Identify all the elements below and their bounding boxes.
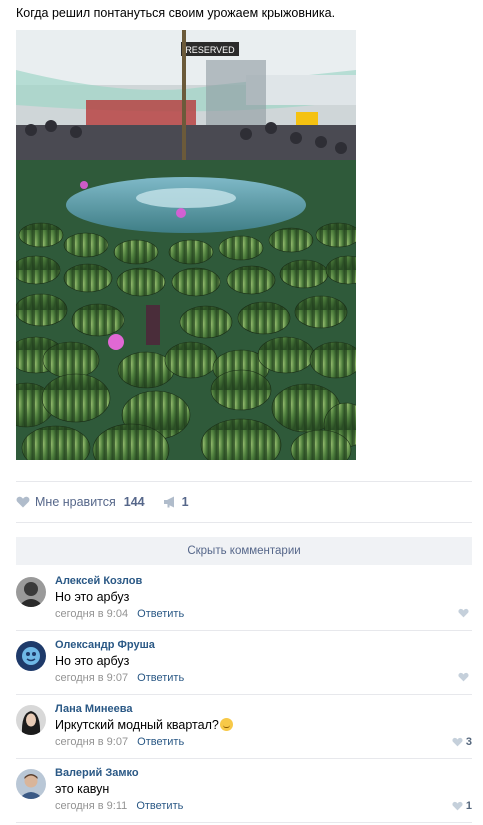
comment: Лана Минеева Иркутский модный квартал? с…: [16, 703, 472, 759]
post-text: Когда решил понтануться своим урожаем кр…: [16, 6, 336, 20]
reply-link[interactable]: Ответить: [137, 608, 184, 620]
divider: [16, 694, 472, 695]
comment-author[interactable]: Лана Минеева: [55, 703, 132, 715]
hide-comments-button[interactable]: Скрыть комментарии: [16, 537, 472, 565]
share-count: 1: [181, 495, 189, 509]
comment-meta: сегодня в 9:04 Ответить: [55, 608, 184, 620]
comment-text: Но это арбуз: [55, 654, 130, 668]
comment-like-button[interactable]: 1: [452, 800, 472, 812]
comment-time[interactable]: сегодня в 9:07: [55, 736, 128, 748]
like-count: 144: [123, 495, 145, 509]
comment-author[interactable]: Алексей Козлов: [55, 575, 142, 587]
comment: Олександр Фруша Но это арбуз сегодня в 9…: [16, 639, 472, 695]
comment-text-content: Иркутский модный квартал?: [55, 718, 219, 732]
heart-icon: [16, 496, 30, 508]
comment-time[interactable]: сегодня в 9:07: [55, 672, 128, 684]
comment-meta: сегодня в 9:11 Ответить: [55, 800, 183, 812]
avatar[interactable]: [16, 769, 46, 799]
comment-like-button[interactable]: [458, 672, 472, 682]
svg-text:RESERVED: RESERVED: [185, 45, 235, 55]
reply-link[interactable]: Ответить: [137, 672, 184, 684]
comment-like-count: 1: [465, 800, 472, 812]
comment-time[interactable]: сегодня в 9:04: [55, 608, 128, 620]
avatar[interactable]: [16, 705, 46, 735]
comment-author[interactable]: Олександр Фруша: [55, 639, 155, 651]
avatar[interactable]: [16, 641, 46, 671]
comment-text: Иркутский модный квартал?: [55, 718, 233, 732]
smirk-emoji-icon: [219, 718, 233, 731]
megaphone-icon: [163, 496, 174, 508]
comment-meta: сегодня в 9:07 Ответить: [55, 736, 184, 748]
comment-text: это кавун: [55, 782, 110, 796]
heart-icon: [458, 608, 469, 618]
post-photo[interactable]: RESERVED: [16, 30, 356, 460]
divider: [16, 481, 472, 482]
comment-text: Но это арбуз: [55, 590, 130, 604]
comment-time[interactable]: сегодня в 9:11: [55, 800, 127, 812]
comment-meta: сегодня в 9:07 Ответить: [55, 672, 184, 684]
comment-like-count: 3: [465, 736, 472, 748]
like-label: Мне нравится: [35, 495, 116, 509]
heart-icon: [458, 672, 469, 682]
heart-icon: [452, 737, 463, 747]
reply-link[interactable]: Ответить: [136, 800, 183, 812]
share-button[interactable]: 1: [163, 495, 189, 509]
divider: [16, 822, 472, 823]
divider: [16, 522, 472, 523]
comment-like-button[interactable]: 3: [452, 736, 472, 748]
comment-author[interactable]: Валерий Замко: [55, 767, 139, 779]
comment: Валерий Замко это кавун сегодня в 9:11 О…: [16, 767, 472, 823]
avatar[interactable]: [16, 577, 46, 607]
heart-icon: [452, 801, 463, 811]
divider: [16, 630, 472, 631]
comment-like-button[interactable]: [458, 608, 472, 618]
comment: Алексей Козлов Но это арбуз сегодня в 9:…: [16, 575, 472, 631]
post-actions: Мне нравится 144 1: [16, 492, 189, 512]
like-button[interactable]: Мне нравится 144: [16, 495, 145, 509]
reply-link[interactable]: Ответить: [137, 736, 184, 748]
divider: [16, 758, 472, 759]
